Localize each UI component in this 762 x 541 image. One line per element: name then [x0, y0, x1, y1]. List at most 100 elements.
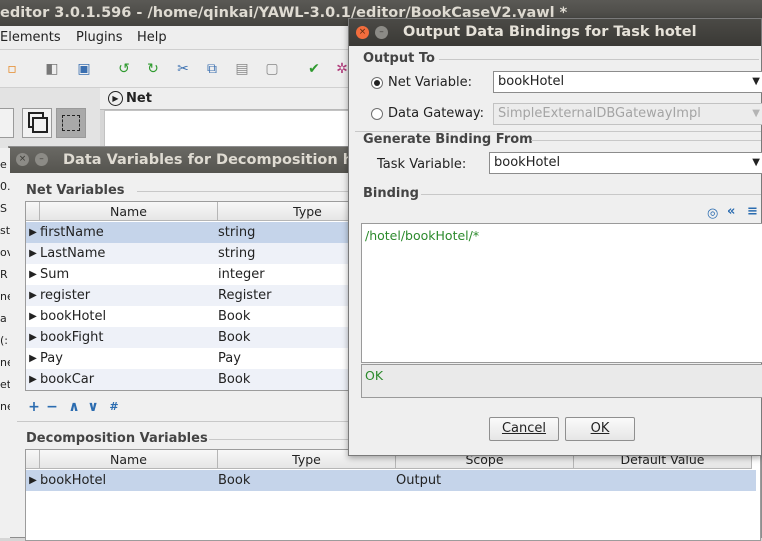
- menu-plugins-label: Plugins: [76, 30, 123, 45]
- binding-status-area: OK: [361, 364, 762, 398]
- cut-icon[interactable]: ✂: [175, 61, 191, 77]
- cell-default-value: [574, 470, 750, 491]
- ok-button[interactable]: OK: [565, 417, 635, 441]
- play-icon: ▶: [108, 91, 123, 106]
- left-strip-fragment: (:: [0, 334, 8, 347]
- menu-plugins[interactable]: Plugins: [76, 30, 123, 45]
- target-icon[interactable]: ◎: [707, 206, 718, 221]
- redo-icon[interactable]: ↻: [145, 61, 161, 77]
- row-expand-icon: ▶: [29, 269, 37, 280]
- decomposition-variables-label: Decomposition Variables: [26, 431, 208, 446]
- left-strip-fragment: ne: [0, 356, 10, 369]
- row-selected-icon: ▶: [29, 475, 37, 486]
- left-strip-fragment: S: [0, 202, 7, 215]
- chevron-down-icon: ▼: [752, 108, 760, 119]
- tab-net[interactable]: ▶ Net: [108, 88, 168, 110]
- multi-task-icon-front: [32, 117, 48, 133]
- net-tab-label: Net: [126, 91, 152, 106]
- cell-type: Book: [218, 473, 251, 488]
- move-up-icon[interactable]: ∧: [67, 399, 81, 415]
- menu-help[interactable]: Help: [137, 30, 167, 45]
- task-variable-value: bookHotel: [494, 155, 561, 170]
- left-strip-fragment: ov: [0, 246, 10, 259]
- net-variable-radio[interactable]: [371, 77, 383, 89]
- delete-icon[interactable]: ▢: [264, 61, 280, 77]
- net-variable-select[interactable]: bookHotel ▼: [493, 71, 762, 93]
- menu-elements-label: Elements: [0, 30, 61, 45]
- output-bindings-titlebar: × – Output Data Bindings for Task hotel: [349, 19, 761, 46]
- binding-editor[interactable]: /hotel/bookHotel/*: [361, 223, 762, 363]
- palette-marquee-button[interactable]: [56, 108, 86, 138]
- net-variable-value: bookHotel: [498, 74, 565, 89]
- undo-icon[interactable]: ↺: [116, 61, 132, 77]
- data-gateway-radio[interactable]: [371, 108, 383, 120]
- data-gateway-label: Data Gateway:: [388, 106, 485, 121]
- task-variable-select[interactable]: bookHotel ▼: [489, 152, 762, 174]
- hash-icon[interactable]: #: [107, 399, 121, 415]
- minimize-icon[interactable]: –: [35, 153, 48, 166]
- row-expand-icon: ▶: [29, 311, 37, 322]
- binding-expression: /hotel/bookHotel/*: [365, 228, 480, 243]
- element-palette: [0, 88, 100, 148]
- cancel-button[interactable]: Cancel: [489, 417, 559, 441]
- new-file-icon[interactable]: ▫: [4, 61, 20, 77]
- remove-variable-icon[interactable]: −: [45, 399, 59, 415]
- table-corner: [26, 202, 40, 221]
- cell-name: LastName: [40, 246, 106, 261]
- close-icon[interactable]: ×: [356, 26, 369, 39]
- cell-name: bookHotel: [40, 473, 107, 488]
- collapse-icon[interactable]: «: [727, 204, 735, 219]
- binding-label: Binding: [363, 186, 419, 201]
- move-down-icon[interactable]: ∨: [86, 399, 100, 415]
- format-icon[interactable]: ≡: [747, 204, 758, 219]
- cell-name: firstName: [40, 225, 104, 240]
- menu-help-label: Help: [137, 30, 167, 45]
- left-strip-fragment: ne: [0, 290, 10, 303]
- left-strip-fragment: e: [0, 158, 7, 171]
- output-to-label: Output To: [363, 51, 435, 66]
- cell-name: Sum: [40, 267, 70, 282]
- row-expand-icon: ▶: [29, 374, 37, 385]
- row-expand-icon: ▶: [29, 248, 37, 259]
- net-variables-label: Net Variables: [26, 183, 125, 198]
- cell-name: Pay: [40, 351, 63, 366]
- table-row[interactable]: ▶ bookHotel Book Output: [26, 470, 756, 491]
- cell-name: bookCar: [40, 372, 95, 387]
- palette-multiple-task-button[interactable]: [22, 108, 52, 138]
- data-gateway-value: SimpleExternalDBGatewayImpl: [498, 106, 701, 121]
- cancel-label: Cancel: [501, 421, 547, 436]
- binding-status-text: OK: [365, 368, 384, 383]
- paste-icon[interactable]: ▤: [234, 61, 250, 77]
- left-strip-fragment: R: [0, 268, 8, 281]
- column-header-name[interactable]: Name: [40, 450, 218, 469]
- left-panel-strip: e 0. Sst ov Rne a (: ne et ne: [0, 148, 10, 538]
- column-header-name[interactable]: Name: [40, 202, 218, 221]
- palette-task-button[interactable]: [0, 108, 14, 138]
- copy-icon[interactable]: ⧉: [204, 61, 220, 77]
- left-strip-fragment: 0.: [0, 180, 10, 193]
- left-strip-fragment: et: [0, 378, 10, 391]
- validate-icon[interactable]: ✔: [306, 61, 322, 77]
- left-strip-fragment: st: [0, 224, 10, 237]
- chevron-down-icon: ▼: [752, 76, 760, 87]
- cell-name: bookHotel: [40, 309, 107, 324]
- open-icon[interactable]: ◧: [44, 61, 60, 77]
- ok-label: OK: [590, 421, 610, 436]
- row-expand-icon: ▶: [29, 353, 37, 364]
- row-expand-icon: ▶: [29, 332, 37, 343]
- close-icon[interactable]: ×: [16, 153, 29, 166]
- generate-binding-from-label: Generate Binding From: [363, 132, 533, 147]
- decomposition-variables-table: Name Type Scope Default Value ▶ bookHote…: [25, 449, 761, 541]
- add-variable-icon[interactable]: +: [27, 399, 41, 415]
- row-expand-icon: ▶: [29, 227, 37, 238]
- net-variable-label: Net Variable:: [388, 75, 472, 90]
- chevron-down-icon: ▼: [752, 157, 760, 168]
- cell-name: bookFight: [40, 330, 104, 345]
- minimize-icon[interactable]: –: [375, 26, 388, 39]
- save-icon[interactable]: ▣: [76, 61, 92, 77]
- output-bindings-title: Output Data Bindings for Task hotel: [403, 24, 697, 40]
- menu-elements[interactable]: Elements: [0, 30, 61, 45]
- data-gateway-select[interactable]: SimpleExternalDBGatewayImpl ▼: [493, 103, 762, 125]
- data-variables-title: Data Variables for Decomposition hotel: [63, 152, 385, 168]
- net-canvas[interactable]: [104, 110, 360, 150]
